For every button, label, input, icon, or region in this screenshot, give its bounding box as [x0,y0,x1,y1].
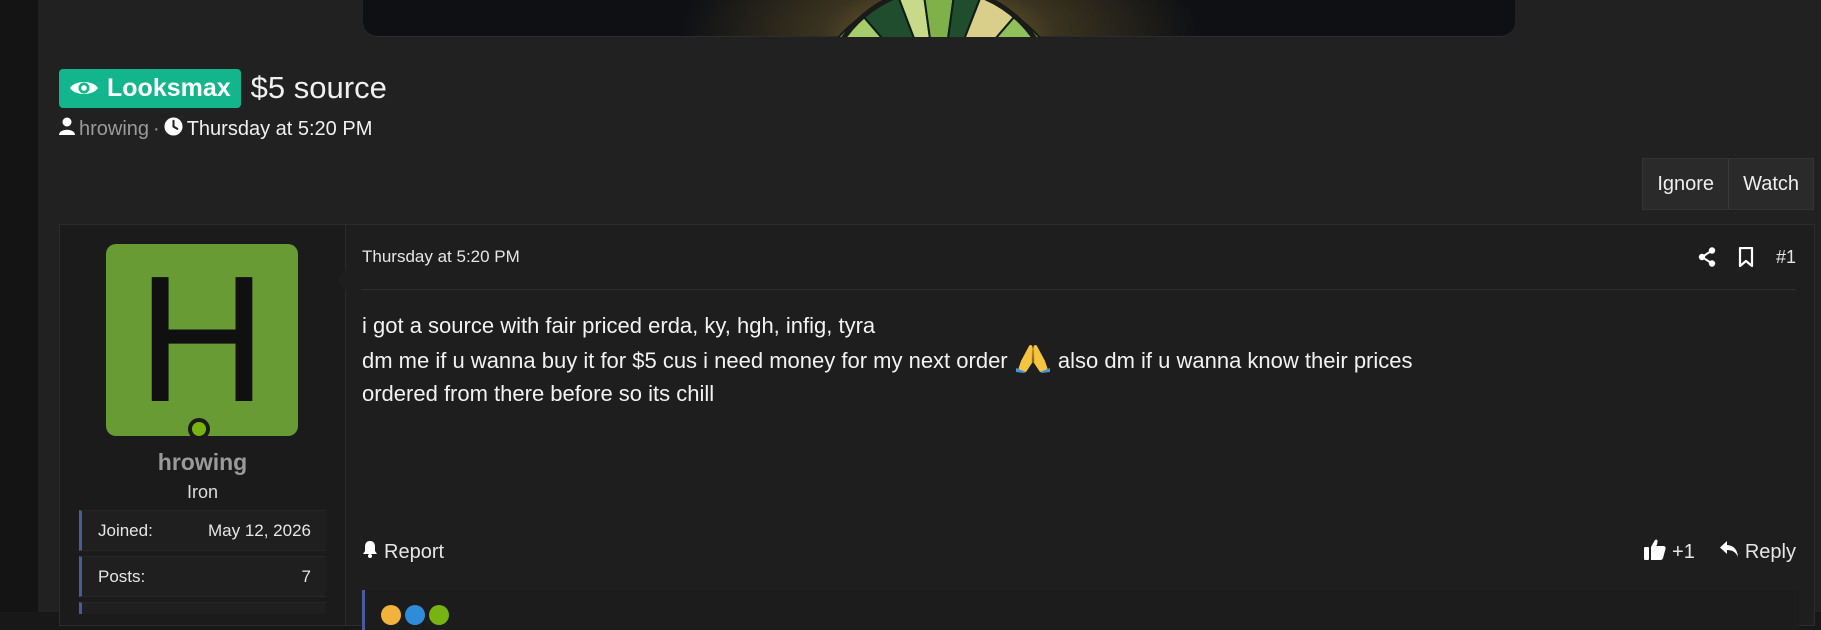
reply-button[interactable]: Reply [1719,540,1796,564]
plus-one-label: +1 [1672,540,1695,563]
user-stats: Joined: May 12, 2026 Posts: 7 [79,510,326,614]
thread-title: $5 source [250,70,387,105]
stat-more [79,602,326,614]
ignore-button[interactable]: Ignore [1643,159,1729,209]
thread-date-link[interactable]: Thursday at 5:20 PM [187,118,373,141]
post-line-text: also dm if u wanna know their prices [1057,348,1413,373]
thread-author-link[interactable]: hrowing [79,118,149,141]
post-line: i got a source with fair priced erda, ky… [362,313,876,338]
thread-meta: hrowing · Thursday at 5:20 PM [59,116,372,142]
reaction-check-icon [429,605,449,625]
avatar-letter: H [137,239,267,440]
folded-hands-emoji-icon [1015,343,1050,373]
content-area: Looksmax $5 source hrowing · Thursday at… [38,0,1821,630]
banner-image [363,0,1515,37]
post-content: Thursday at 5:20 PM #1 i got a source wi… [362,225,1799,630]
thumbs-up-icon [1644,539,1666,566]
post-message: H hrowing Iron Joined: May 12, 2026 Post… [59,224,1815,630]
online-status-indicator [188,418,210,440]
thread-prefix-badge[interactable]: Looksmax [59,68,241,108]
post-footer: Report +1 Reply [362,536,1796,568]
username-link[interactable]: hrowing [60,449,345,476]
stat-value: 7 [301,566,311,586]
avatar[interactable]: H [106,244,298,436]
reaction-laugh-icon [381,605,401,625]
stat-label: Posts: [98,566,146,586]
post-number-link[interactable]: #1 [1776,247,1796,268]
prize-wheel-image [837,0,1041,37]
clock-icon [164,116,183,142]
share-icon[interactable] [1698,247,1716,267]
bell-icon [362,540,378,564]
reply-label: Reply [1744,540,1796,563]
reactions-bar[interactable] [362,590,1799,630]
post-line-text: dm me if u wanna buy it for $5 cus i nee… [362,348,1008,373]
report-label: Report [384,540,445,563]
meta-separator: · [153,117,160,140]
reaction-like-icon [405,605,425,625]
stat-posts: Posts: 7 [79,556,326,597]
eye-icon [69,78,99,98]
reply-icon [1719,540,1739,564]
message-arrow [336,267,348,293]
post-header-actions: #1 [1698,247,1796,268]
thread-action-buttons: Ignore Watch [1642,158,1814,210]
watch-button[interactable]: Watch [1728,159,1813,209]
user-title: Iron [186,482,219,502]
left-gutter [0,0,38,612]
stat-joined: Joined: May 12, 2026 [79,510,326,551]
thread-prefix-label: Looksmax [107,73,231,102]
like-button[interactable]: +1 [1644,539,1695,566]
post-line: ordered from there before so its chill [362,381,715,406]
post-line: dm me if u wanna buy it for $5 cus i nee… [362,343,1796,377]
stat-value: May 12, 2026 [207,520,311,540]
report-button[interactable]: Report [362,540,444,564]
post-body: i got a source with fair priced erda, ky… [362,309,1796,411]
post-user-panel: H hrowing Iron Joined: May 12, 2026 Post… [60,225,346,625]
post-header: Thursday at 5:20 PM #1 [362,225,1796,290]
user-icon [59,117,75,141]
stat-label: Joined: [98,520,153,540]
post-date-link[interactable]: Thursday at 5:20 PM [362,247,520,267]
thread-title-row: Looksmax $5 source [59,68,387,108]
bookmark-icon[interactable] [1738,247,1754,267]
